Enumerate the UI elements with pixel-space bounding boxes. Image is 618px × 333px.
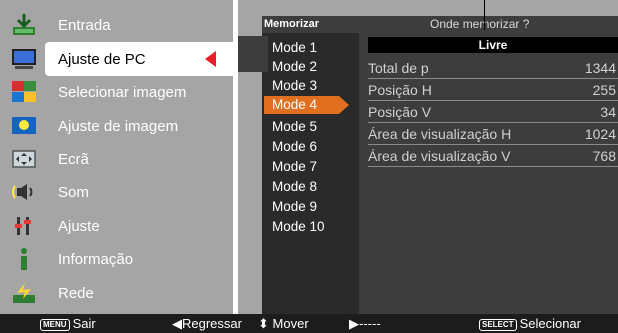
mode-item[interactable]: Mode 5 [272,119,317,134]
menu-item-selecionar-imagem[interactable]: Selecionar imagem [0,76,233,109]
select-label: Selecionar [519,316,581,331]
exit-hint: MENU Sair [40,316,96,331]
mode-item[interactable]: Mode 10 [272,219,325,234]
status-free: Livre [368,37,618,53]
mode-item[interactable]: Mode 2 [272,59,317,74]
menu-item-ajuste[interactable]: Ajuste [0,210,233,243]
menu-label: Rede [58,285,94,302]
where-to-memorize-title: Onde memorizar ? [430,17,530,31]
mode-item[interactable]: Mode 6 [272,139,317,154]
menu-label: Ajuste de PC [58,51,146,68]
menu-label: Ajuste de imagem [58,118,179,135]
info-value: 1344 [584,60,616,76]
menu-item-entrada[interactable]: Entrada [0,9,233,42]
menu-label: Ecrã [58,151,89,168]
move-hint: ⬍ Mover [258,316,309,332]
mode-arrow-icon [339,96,349,114]
menu-key-icon: MENU [40,318,70,331]
info-row-position-v: Posição V 34 [368,101,618,123]
select-hint: SELECT Selecionar [479,316,581,331]
information-icon [21,248,27,270]
info-row-display-area-v: Área de visualização V 768 [368,145,618,167]
pointer-line [484,0,485,30]
left-arrow-icon: ◀ [172,316,182,331]
info-value: 34 [600,104,616,120]
menu-label: Selecionar imagem [58,84,187,101]
image-adjust-icon [12,117,36,134]
screen-icon [12,150,36,168]
info-label: Posição H [368,82,432,98]
info-label: Área de visualização H [368,126,512,142]
menu-item-ajuste-de-pc[interactable]: Ajuste de PC [0,43,233,76]
mode-item[interactable]: Mode 1 [272,40,317,55]
memorize-title: Memorizar [264,18,320,30]
info-value: 255 [592,82,616,98]
mode-item-selected[interactable]: Mode 4 [272,97,317,112]
menu-item-ajuste-de-imagem[interactable]: Ajuste de imagem [0,110,233,143]
exit-label: Sair [72,316,96,331]
next-label: ----- [359,316,381,331]
info-row-position-h: Posição H 255 [368,79,618,101]
pc-adjust-icon [12,49,36,69]
move-label: Mover [272,316,309,331]
image-select-icon [12,81,36,102]
network-icon [13,283,35,303]
menu-label: Entrada [58,17,111,34]
right-arrow-icon: ▶ [349,316,359,331]
info-label: Total de p [368,60,429,76]
menu-label: Informação [58,251,134,268]
info-label: Posição V [368,104,432,120]
mode-item[interactable]: Mode 3 [272,78,317,93]
menu-label: Som [58,184,89,201]
back-label: Regressar [182,316,242,331]
mode-item[interactable]: Mode 7 [272,159,317,174]
memorize-tab [238,36,268,72]
up-down-arrow-icon: ⬍ [258,316,269,331]
sound-icon [12,184,33,200]
menu-item-som[interactable]: Som [0,176,233,209]
back-hint: ◀Regressar [172,316,242,332]
info-label: Área de visualização V [368,148,511,164]
setting-icon [15,217,31,235]
menu-item-informacao[interactable]: Informação [0,243,233,276]
info-value: 768 [592,148,616,164]
menu-item-ecra[interactable]: Ecrã [0,143,233,176]
input-icon [13,14,35,35]
mode-item[interactable]: Mode 9 [272,199,317,214]
menu-item-rede[interactable]: Rede [0,277,233,310]
info-row-display-area-h: Área de visualização H 1024 [368,123,618,145]
menu-label: Ajuste [58,218,100,235]
info-value: 1024 [584,126,616,142]
select-key-icon: SELECT [479,318,517,331]
info-row-total: Total de p 1344 [368,57,618,79]
mode-item[interactable]: Mode 8 [272,179,317,194]
next-hint: ▶----- [349,316,381,332]
